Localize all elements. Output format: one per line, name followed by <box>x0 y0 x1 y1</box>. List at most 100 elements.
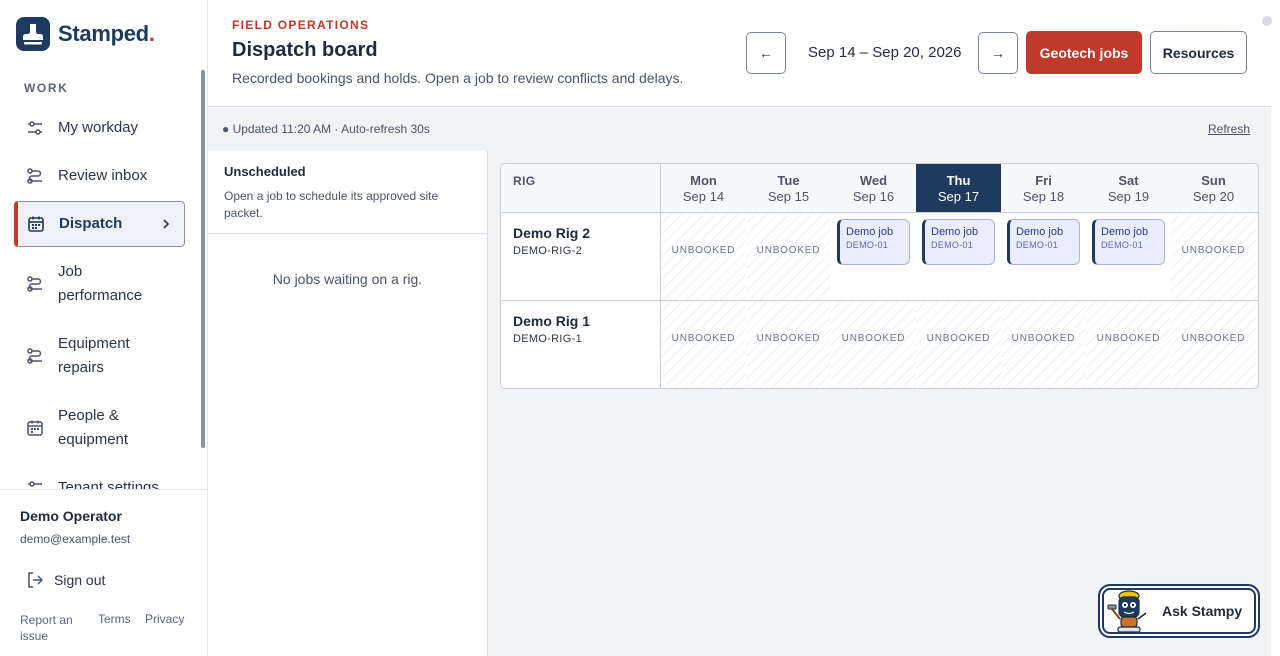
report-issue-link[interactable]: Report an issue <box>20 612 90 644</box>
sidebar-item-job-performance[interactable]: Job performance <box>14 260 164 308</box>
route-icon <box>27 348 42 364</box>
chevron-right-icon <box>163 219 170 229</box>
nav-section-label: WORK <box>24 81 69 95</box>
sidebar-item-label: Review inbox <box>58 167 148 184</box>
day-header-sat: Sat Sep 19 <box>1086 164 1171 212</box>
day-header-sun: Sun Sep 20 <box>1171 164 1256 212</box>
brand-name: Stamped. <box>58 21 155 46</box>
rig-code: DEMO-RIG-1 <box>513 333 582 345</box>
sidebar-scrollbar[interactable] <box>201 70 205 448</box>
slot-cell: Demo job DEMO-01 <box>916 213 1001 300</box>
job-card[interactable]: Demo job DEMO-01 <box>1007 219 1080 265</box>
day-name: Sat <box>1118 173 1139 188</box>
slot-cell[interactable]: UNBOOKED <box>916 301 1001 388</box>
sidebar-item-label: Job performance <box>58 263 143 304</box>
day-name: Fri <box>1035 173 1052 188</box>
sign-out-button[interactable]: Sign out <box>26 571 105 589</box>
stamp-logo-icon <box>16 17 50 51</box>
job-card[interactable]: Demo job DEMO-01 <box>1092 219 1165 265</box>
unscheduled-header: Unscheduled Open a job to schedule its a… <box>208 151 487 234</box>
unbooked-label: UNBOOKED <box>671 245 736 256</box>
page-eyebrow: FIELD OPERATIONS <box>232 18 370 32</box>
job-card[interactable]: Demo job DEMO-01 <box>922 219 995 265</box>
brand[interactable]: Stamped. <box>16 17 155 51</box>
slot-cell[interactable]: UNBOOKED <box>746 301 831 388</box>
status-dot <box>1262 16 1272 26</box>
rig-name[interactable]: Demo Rig 1 <box>513 313 590 329</box>
resources-button[interactable]: Resources <box>1150 31 1247 74</box>
status-bar: ● Updated 11:20 AM · Auto-refresh 30s Re… <box>208 108 1271 151</box>
unbooked-label: UNBOOKED <box>756 245 821 256</box>
day-date: Sep 17 <box>937 189 980 204</box>
unbooked-label: UNBOOKED <box>1011 333 1076 344</box>
unscheduled-empty-state: No jobs waiting on a rig. <box>272 271 423 287</box>
user-block: Demo Operator demo@example.test Sign out… <box>0 489 207 656</box>
stampy-mascot-icon <box>1107 590 1147 633</box>
slot-cell[interactable]: UNBOOKED <box>831 301 916 388</box>
unbooked-label: UNBOOKED <box>671 333 736 344</box>
slot-cell[interactable]: UNBOOKED <box>746 213 831 300</box>
geotech-jobs-button[interactable]: Geotech jobs <box>1026 31 1142 74</box>
slot-cell: Demo job DEMO-01 <box>1001 213 1086 300</box>
user-name: Demo Operator <box>20 508 122 524</box>
job-title: Demo job <box>1101 226 1149 238</box>
previous-week-button[interactable]: ← <box>746 32 786 74</box>
sidebar-item-my-workday[interactable]: My workday <box>14 116 185 140</box>
day-date: Sep 16 <box>852 189 895 204</box>
rig-code: DEMO-RIG-2 <box>513 245 582 257</box>
day-name: Tue <box>777 173 800 188</box>
job-title: Demo job <box>1016 226 1064 238</box>
job-code: DEMO-01 <box>1016 240 1059 250</box>
unbooked-label: UNBOOKED <box>1181 333 1246 344</box>
slot-cell[interactable]: UNBOOKED <box>661 213 746 300</box>
day-date: Sep 18 <box>1022 189 1065 204</box>
unbooked-label: UNBOOKED <box>1096 333 1161 344</box>
refresh-link[interactable]: Refresh <box>1208 122 1250 136</box>
terms-link[interactable]: Terms <box>98 612 131 626</box>
ask-stampy-label: Ask Stampy <box>1162 603 1243 619</box>
sidebar-item-label: My workday <box>58 119 139 136</box>
day-header-mon: Mon Sep 14 <box>661 164 746 212</box>
sidebar-item-label: Equipment repairs <box>58 335 130 376</box>
unbooked-label: UNBOOKED <box>926 333 991 344</box>
sidebar-nav: WORK My workday Review inbox Dispatch Jo… <box>0 70 207 490</box>
unscheduled-title: Unscheduled <box>224 164 306 179</box>
ask-stampy-button[interactable]: Ask Stampy <box>1098 584 1260 638</box>
job-code: DEMO-01 <box>1101 240 1144 250</box>
calendar-icon <box>27 420 43 436</box>
unbooked-label: UNBOOKED <box>756 333 821 344</box>
sidebar-item-people-equipment[interactable]: People & equipment <box>14 404 164 452</box>
day-date: Sep 20 <box>1192 189 1235 204</box>
sidebar-item-review-inbox[interactable]: Review inbox <box>14 164 185 188</box>
next-week-button[interactable]: → <box>978 32 1018 74</box>
slot-cell[interactable]: UNBOOKED <box>661 301 746 388</box>
slot-cell: Demo job DEMO-01 <box>831 213 916 300</box>
day-name: Thu <box>946 173 971 188</box>
rig-name[interactable]: Demo Rig 2 <box>513 225 590 241</box>
sidebar-item-equipment-repairs[interactable]: Equipment repairs <box>14 332 164 380</box>
slot-cell[interactable]: UNBOOKED <box>1171 213 1256 300</box>
unbooked-label: UNBOOKED <box>1181 245 1246 256</box>
sidebar-item-dispatch[interactable]: Dispatch <box>14 201 185 247</box>
privacy-link[interactable]: Privacy <box>145 612 184 626</box>
day-name: Mon <box>690 173 717 188</box>
day-header-tue: Tue Sep 15 <box>746 164 831 212</box>
day-date: Sep 19 <box>1107 189 1150 204</box>
page-header: FIELD OPERATIONS Dispatch board Recorded… <box>208 0 1271 107</box>
job-title: Demo job <box>931 226 979 238</box>
slot-cell[interactable]: UNBOOKED <box>1171 301 1256 388</box>
day-date: Sep 14 <box>682 189 725 204</box>
slot-cell[interactable]: UNBOOKED <box>1001 301 1086 388</box>
sign-out-label: Sign out <box>54 572 106 588</box>
unscheduled-description: Open a job to schedule its approved site… <box>224 189 439 220</box>
page-subtitle: Recorded bookings and holds. Open a job … <box>232 70 684 86</box>
rig-row-demo-rig-2: Demo Rig 2 DEMO-RIG-2 UNBOOKED UNBOOKED … <box>501 213 1258 301</box>
day-date: Sep 15 <box>767 189 810 204</box>
job-title: Demo job <box>846 226 894 238</box>
route-icon <box>27 168 42 184</box>
rig-row-demo-rig-1: Demo Rig 1 DEMO-RIG-1 UNBOOKED UNBOOKED … <box>501 301 1258 388</box>
sidebar-item-tenant-settings[interactable]: Tenant settings <box>14 476 185 490</box>
day-name: Sun <box>1201 173 1226 188</box>
job-card[interactable]: Demo job DEMO-01 <box>837 219 910 265</box>
slot-cell[interactable]: UNBOOKED <box>1086 301 1171 388</box>
